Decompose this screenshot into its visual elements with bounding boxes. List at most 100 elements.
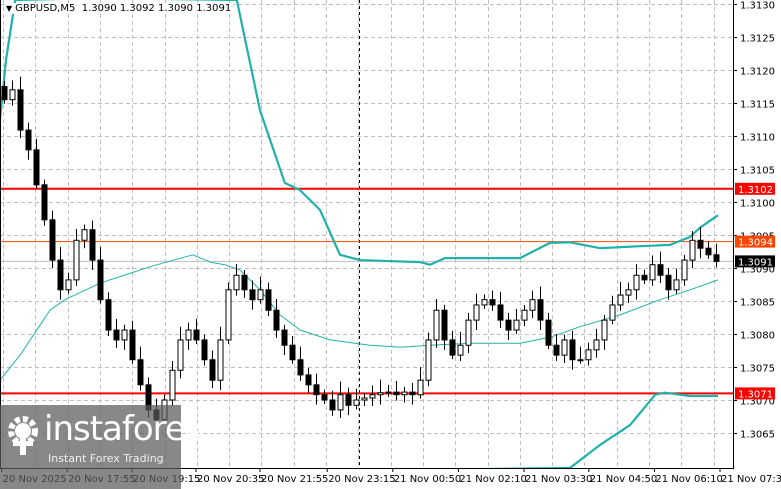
candle-body-bull <box>377 392 384 396</box>
candle-body-bull <box>577 359 584 362</box>
candle <box>225 282 232 344</box>
candle-body-bear <box>545 319 552 346</box>
candle-body-bear <box>641 274 648 281</box>
candle-body-bear <box>345 394 352 406</box>
candle-body-bear <box>209 359 216 381</box>
candle-body-bull <box>385 391 392 394</box>
candle-body-bull <box>185 329 192 341</box>
candle-body-bull <box>513 319 520 331</box>
candle-body-bear <box>41 184 48 221</box>
price-tick-label: 1.3125 <box>740 34 775 45</box>
instaforex-watermark: instaforex Instant Forex Trading <box>0 405 204 489</box>
price-tick-label: 1.3085 <box>740 298 775 309</box>
candle-body-bear <box>505 319 512 331</box>
candle-body-bear <box>249 289 256 301</box>
candle-body-bear <box>97 259 104 301</box>
candle-body-bull <box>177 339 184 371</box>
time-tick-label: 21 Nov 03:30 <box>525 474 592 485</box>
price-tick-label: 1.3065 <box>740 430 775 441</box>
price-level-label: 1.3091 <box>738 257 773 268</box>
candle-body-bull <box>417 379 424 396</box>
price-tick-label: 1.3105 <box>740 166 775 177</box>
candle-body-bull <box>121 329 128 341</box>
candle-body-bear <box>313 384 320 396</box>
candle-body-bear <box>25 129 32 151</box>
ohlc-values: 1.3090 1.3092 1.3090 1.3091 <box>81 3 232 14</box>
candle-body-bear <box>697 239 704 249</box>
candle-body-bear <box>273 309 280 331</box>
candle-body-bull <box>593 339 600 351</box>
price-level-label: 1.3071 <box>738 389 773 400</box>
candle-body-bull <box>609 304 616 321</box>
candle-body-bull <box>65 279 72 291</box>
candle-body-bear <box>449 339 456 356</box>
candle-body-bull <box>369 394 376 399</box>
candle-body-bull <box>633 274 640 291</box>
price-tick-label: 1.3120 <box>740 67 775 78</box>
candle <box>41 179 48 226</box>
candle-body-bull <box>649 264 656 281</box>
candle-body-bull <box>585 349 592 361</box>
time-tick-label: 20 Nov 20:35 <box>197 474 264 485</box>
candle-body-bull <box>233 274 240 291</box>
time-tick-label: 21 Nov 00:50 <box>394 474 461 485</box>
candle-body-bear <box>57 259 64 291</box>
candle-body-bull <box>353 399 360 406</box>
candle-body-bear <box>137 359 144 386</box>
dropdown-triangle-icon[interactable]: ▼ <box>6 4 12 13</box>
candle-body-bear <box>193 329 200 341</box>
candle-body-bull <box>337 394 344 411</box>
candle-body-bull <box>673 279 680 291</box>
candle-body-bear <box>281 329 288 346</box>
price-tick-label: 1.3110 <box>740 133 775 144</box>
candle-body-bull <box>225 289 232 341</box>
candle-body-bull <box>9 89 16 101</box>
candle-body-bull <box>529 299 536 311</box>
candle-body-bull <box>681 259 688 281</box>
time-tick-label: 21 Nov 06:10 <box>655 474 722 485</box>
candle-body-bull <box>361 397 368 401</box>
price-tick-label: 1.3130 <box>740 1 775 12</box>
candle-body-bear <box>105 299 112 331</box>
candle-body-bear <box>569 339 576 361</box>
price-tick-label: 1.3075 <box>740 364 775 375</box>
candle-body-bull <box>401 391 408 396</box>
price-tick-label: 1.3115 <box>740 100 775 111</box>
candle-body-bear <box>553 344 560 356</box>
candle-body-bull <box>601 319 608 341</box>
gear-logo-icon <box>8 416 38 455</box>
candle-body-bear <box>441 309 448 341</box>
candle-body-bear <box>241 274 248 291</box>
time-tick-label: 21 Nov 02:10 <box>459 474 526 485</box>
candle-body-bear <box>265 289 272 311</box>
candle-body-bear <box>665 274 672 291</box>
candle-body-bear <box>297 359 304 376</box>
candle-body-bear <box>289 344 296 361</box>
time-tick-label: 20 Nov 21:55 <box>261 474 328 485</box>
candle-body-bear <box>713 254 720 262</box>
price-tick-label: 1.3100 <box>740 199 775 210</box>
watermark-tagline: Instant Forex Trading <box>48 452 164 465</box>
price-level-label: 1.3094 <box>738 238 773 249</box>
price-tick-label: 1.3080 <box>740 331 775 342</box>
candle-body-bull <box>257 289 264 301</box>
time-tick-label: 21 Nov 07:30 <box>721 474 781 485</box>
candle-body-bear <box>129 329 136 361</box>
candle-body-bull <box>689 239 696 261</box>
candle-body-bull <box>561 339 568 356</box>
candle-body-bear <box>409 391 416 396</box>
candle-body-bear <box>89 229 96 261</box>
candle-body-bull <box>73 239 80 281</box>
candle-body-bull <box>617 294 624 306</box>
candle-body-bull <box>481 299 488 306</box>
candle-body-bear <box>497 304 504 321</box>
candle-body-bear <box>201 339 208 361</box>
candle-body-bull <box>473 304 480 321</box>
candle-body-bull <box>217 339 224 381</box>
watermark-brand: instaforex <box>44 409 204 449</box>
candle-body-bull <box>521 309 528 321</box>
candle-body-bear <box>705 247 712 256</box>
time-tick-label: 21 Nov 04:50 <box>590 474 657 485</box>
candle-body-bear <box>489 299 496 306</box>
candle-body-bull <box>625 289 632 296</box>
